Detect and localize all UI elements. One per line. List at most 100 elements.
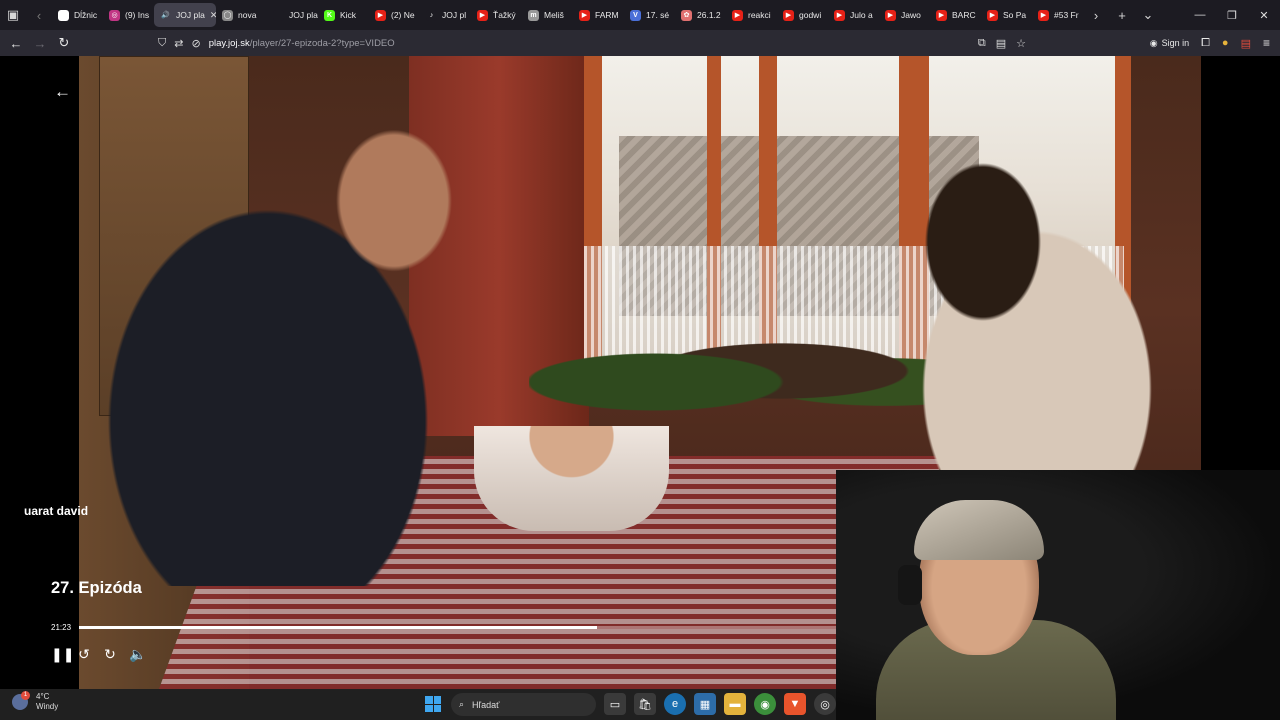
tab-label: godwi	[799, 10, 822, 20]
task-view-icon[interactable]: ▭	[604, 693, 626, 715]
weather-widget[interactable]: 1 4°C Windy	[12, 691, 58, 712]
browser-tab[interactable]: ▶ FARM	[573, 3, 624, 27]
extension-badge-icon[interactable]: ▤	[1241, 37, 1251, 50]
back-button[interactable]: ←	[4, 31, 28, 55]
pause-icon[interactable]: ❚❚	[51, 646, 74, 663]
tab-label: JOJ play	[289, 10, 318, 20]
tab-favicon-icon: ▶	[885, 9, 896, 21]
tab-label: FARM	[595, 10, 619, 20]
file-explorer-icon[interactable]: ▬	[724, 693, 746, 715]
taskbar-search[interactable]: ⌕ Hľadať	[451, 693, 596, 716]
browser-tab[interactable]: ▶ Jawo	[879, 3, 930, 27]
volume-icon[interactable]: 🔈	[129, 646, 146, 663]
tab-favicon-icon: d	[58, 9, 69, 21]
rewind-icon[interactable]: ↺	[77, 646, 91, 663]
extensions-icon[interactable]: ⧠	[1201, 37, 1210, 50]
taskbar-apps: ▭ 🛍 e ▦ ▬ ◉ ▼ ◎	[604, 693, 836, 715]
search-placeholder: Hľadať	[472, 699, 500, 710]
tab-label: Dĺžnic	[74, 10, 98, 20]
permissions-icon[interactable]: ⇄	[174, 37, 183, 50]
tab-overflow-chevron-icon[interactable]: ⌄	[1135, 0, 1161, 30]
browser-tab[interactable]: ✿ 26.1.2	[675, 3, 726, 27]
shield-icon[interactable]: ⛉	[158, 37, 166, 50]
browser-tab[interactable]: ◎ (9) Ins	[103, 3, 154, 27]
tab-label: Ťažký	[493, 10, 516, 20]
tab-favicon-icon: ♪	[426, 9, 437, 21]
browser-tab[interactable]: 🔊 JOJ pla ✕	[154, 3, 216, 27]
browser-tab[interactable]: ▶ godwi	[777, 3, 828, 27]
browser-tab[interactable]: ◯ nova	[216, 3, 267, 27]
menu-icon[interactable]: ≡	[1263, 36, 1270, 50]
tab-favicon-icon: ▶	[834, 9, 845, 21]
current-time: 21:23	[51, 623, 72, 632]
tab-label: BARC	[952, 10, 976, 20]
progress-fill	[79, 626, 598, 629]
tab-favicon-icon: ▶	[936, 9, 947, 21]
start-button[interactable]	[425, 696, 441, 712]
tab-label: JOJ pl	[442, 10, 467, 20]
browser-tab[interactable]: d Dĺžnic	[52, 3, 103, 27]
webcam-cap	[914, 500, 1044, 560]
forward-button[interactable]: →	[28, 31, 52, 55]
browser-tab[interactable]: ▶ So Pa	[981, 3, 1032, 27]
browser-tab[interactable]: ▶ reakci	[726, 3, 777, 27]
tab-label: So Pa	[1003, 10, 1027, 20]
url-text[interactable]: play.joj.sk/player/27-epizoda-2?type=VID…	[209, 38, 395, 49]
close-window-icon[interactable]: ✕	[1248, 0, 1280, 30]
scene-bowl	[474, 426, 669, 531]
forward-icon[interactable]: ↻	[103, 646, 117, 663]
address-bar[interactable]: ⛉ ⇄ ⊘ play.joj.sk/player/27-epizoda-2?ty…	[150, 32, 1050, 54]
overlay-watermark: uarat david	[24, 504, 89, 518]
browser-tab-bar: ▣ ‹ d Dĺžnic ◎ (9) Ins 🔊 JOJ pla ✕ ◯ nova JOJ pla…	[0, 0, 1280, 30]
tab-label: Kick	[340, 10, 357, 20]
edge-icon[interactable]: e	[664, 693, 686, 715]
app-icon[interactable]: ◎	[814, 693, 836, 715]
restore-icon[interactable]: ❐	[1216, 0, 1248, 30]
browser-tab[interactable]: ♪ JOJ pl	[420, 3, 471, 27]
store-icon[interactable]: 🛍	[634, 693, 656, 715]
minimize-icon[interactable]: —	[1184, 0, 1216, 30]
browser-tab[interactable]: JOJ play	[267, 3, 318, 27]
browser-tab[interactable]: ▶ Ťažký	[471, 3, 522, 27]
tab-favicon-icon: V	[630, 9, 641, 21]
browser-tab[interactable]: V 17. sé	[624, 3, 675, 27]
tab-favicon-icon: K	[324, 9, 335, 21]
chrome-icon[interactable]: ◉	[754, 693, 776, 715]
tab-label: JOJ pla	[176, 10, 205, 20]
browser-tab[interactable]: ▶ BARC	[930, 3, 981, 27]
tab-label: #53 Fr	[1054, 10, 1079, 20]
picture-in-picture-icon[interactable]: ⧉	[978, 37, 986, 50]
tab-favicon-icon: ▶	[987, 9, 998, 21]
scroll-tabs-right-icon[interactable]: ›	[1083, 0, 1109, 30]
tab-favicon-icon: ▶	[1038, 9, 1049, 21]
sign-in-button[interactable]: ◉ Sign in	[1150, 38, 1189, 49]
reader-view-icon[interactable]: ▤	[996, 37, 1006, 50]
photos-icon[interactable]: ▦	[694, 693, 716, 715]
weather-icon: 1	[12, 691, 30, 710]
no-tracking-icon[interactable]: ⊘	[191, 37, 200, 50]
bookmark-star-icon[interactable]: ☆	[1016, 37, 1026, 50]
tab-favicon-icon: ✿	[681, 9, 692, 21]
tab-list-icon[interactable]: ▣	[0, 0, 26, 30]
new-tab-icon[interactable]: +	[1109, 0, 1135, 30]
browser-tab[interactable]: m Meliš	[522, 3, 573, 27]
tab-favicon-icon	[273, 9, 284, 21]
weather-badge: 1	[21, 691, 30, 700]
tab-label: (9) Ins	[125, 10, 150, 20]
browser-tab[interactable]: ▶ (2) Ne	[369, 3, 420, 27]
browser-tab[interactable]: ▶ #53 Fr	[1032, 3, 1083, 27]
address-bar-actions: ⧉ ▤ ☆	[978, 32, 1026, 54]
url-host: play.joj.sk	[208, 37, 250, 49]
reload-button[interactable]: ↻	[52, 31, 76, 55]
tab-favicon-icon: 🔊	[160, 9, 171, 21]
browser-tab[interactable]: K Kick	[318, 3, 369, 27]
tab-favicon-icon: ▶	[783, 9, 794, 21]
player-back-icon[interactable]: ←	[54, 82, 71, 102]
tab-label: (2) Ne	[391, 10, 415, 20]
brave-icon[interactable]: ▼	[784, 693, 806, 715]
webcam-overlay	[836, 470, 1280, 720]
browser-tab[interactable]: ▶ Julo a	[828, 3, 879, 27]
scroll-tabs-left-icon[interactable]: ‹	[26, 0, 52, 30]
extension-color-icon[interactable]: ●	[1222, 37, 1229, 49]
tab-label: 26.1.2	[697, 10, 721, 20]
